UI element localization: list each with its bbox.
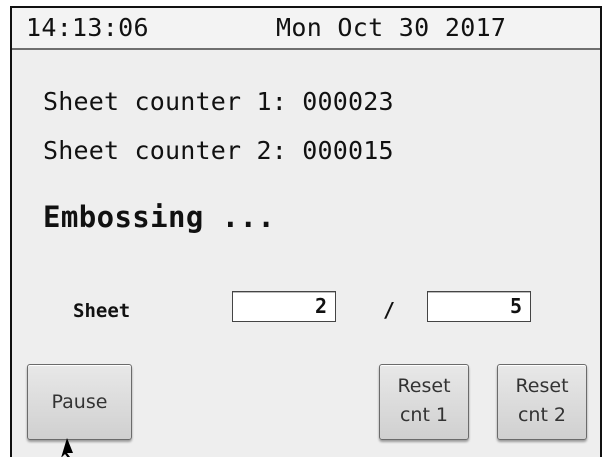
clock-date: Mon Oct 30 2017 [276, 13, 507, 42]
sheet-separator: / [383, 298, 396, 322]
embossing-status: Embossing ... [43, 200, 276, 234]
reset-counter-1-button[interactable]: Reset cnt 1 [379, 364, 469, 440]
embosser-screen: 14:13:06 Mon Oct 30 2017 Sheet counter 1… [10, 6, 602, 457]
sheet-label: Sheet [73, 300, 131, 322]
clock-time: 14:13:06 [26, 13, 149, 42]
reset-counter-1-line-1: Reset [397, 375, 451, 397]
reset-counter-2-button[interactable]: Reset cnt 2 [497, 364, 587, 440]
status-bar: 14:13:06 Mon Oct 30 2017 [12, 6, 600, 50]
sheet-counter-1: Sheet counter 1: 000023 [43, 87, 394, 116]
mouse-pointer-icon [61, 438, 73, 457]
sheet-counter-2: Sheet counter 2: 000015 [43, 136, 394, 165]
reset-counter-2-line-2: cnt 2 [517, 404, 567, 426]
pause-button[interactable]: Pause [27, 364, 132, 440]
reset-counter-2-line-1: Reset [515, 375, 569, 397]
reset-counter-1-line-2: cnt 1 [399, 404, 449, 426]
current-sheet-field: 2 [232, 291, 336, 322]
total-sheets-field: 5 [427, 291, 531, 322]
